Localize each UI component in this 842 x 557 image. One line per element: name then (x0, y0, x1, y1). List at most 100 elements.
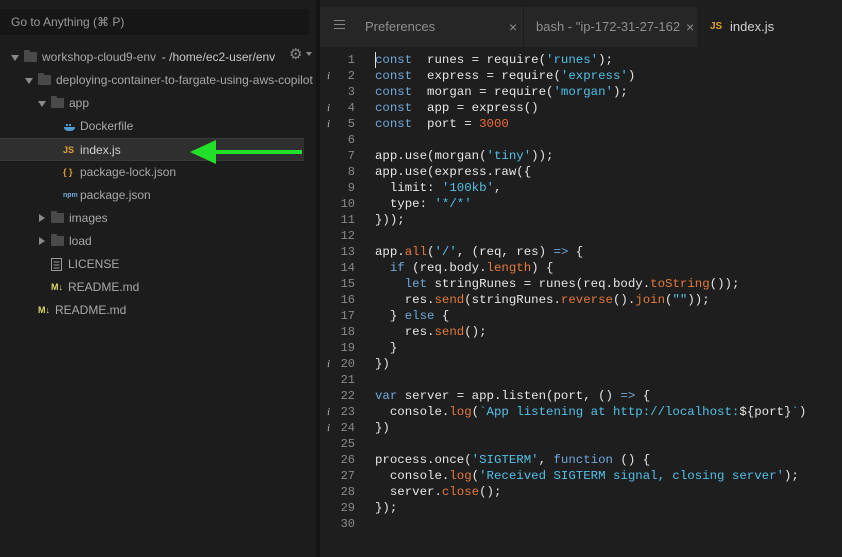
close-icon[interactable]: × (509, 7, 517, 47)
line-number: 16 (340, 293, 355, 307)
folder-icon (38, 73, 51, 85)
go-to-anything-input[interactable]: Go to Anything (⌘ P) (0, 9, 309, 35)
tree-item-label: load (69, 234, 92, 248)
line-number: 12 (340, 229, 355, 243)
code-line: }); (375, 501, 398, 515)
tree-item-label: LICENSE (68, 257, 120, 271)
info-icon[interactable]: i (327, 404, 330, 420)
npm-icon: npm (63, 192, 78, 199)
info-icon[interactable]: i (327, 356, 330, 372)
green-arrow-annotation (190, 140, 302, 164)
folder-icon (51, 211, 64, 223)
line-number: 17 (340, 309, 355, 323)
folder-icon (51, 234, 64, 246)
workspace-path: - /home/ec2-user/env (161, 50, 276, 64)
tree-item-label: workshop-cloud9-env (42, 50, 157, 64)
info-icon[interactable]: i (327, 68, 330, 84)
document-icon (51, 253, 62, 276)
code-line: })); (375, 213, 405, 227)
code-line: app.use(express.raw({ (375, 165, 532, 179)
line-number: 7 (347, 149, 355, 163)
code-line: const morgan = require('morgan'); (375, 85, 628, 99)
chevron-right-icon[interactable] (37, 207, 47, 230)
tree-item-label: Dockerfile (80, 119, 134, 133)
tree-item-label: package.json (80, 188, 151, 202)
code-line: if (req.body.length) { (389, 261, 554, 275)
line-number: 10 (340, 197, 355, 211)
line-number: 28 (340, 485, 355, 499)
tree-item-deploying-container-to-fargate-using-aws-copilot[interactable]: deploying-container-to-fargate-using-aws… (0, 69, 313, 92)
tree-item-workshop-cloud9-env[interactable]: workshop-cloud9-env - /home/ec2-user/env (0, 46, 304, 69)
tab-bash-terminal[interactable]: bash - "ip-172-31-27-162 × (524, 7, 698, 47)
chevron-down-icon[interactable] (37, 92, 47, 115)
tree-item-label: app (69, 96, 90, 110)
markdown-icon: M↓ (51, 282, 63, 292)
menu-icon[interactable] (334, 20, 345, 32)
info-icon[interactable]: i (327, 100, 330, 116)
line-number: 24 (340, 421, 355, 435)
chevron-down-icon[interactable] (24, 69, 34, 92)
tree-item-label: README.md (55, 303, 127, 317)
js-file-icon: JS (710, 21, 723, 32)
tree-item-readme-md[interactable]: M↓ README.md (0, 276, 304, 299)
code-line: console.log('Received SIGTERM signal, cl… (375, 469, 799, 483)
code-line: const port = 3000 (375, 117, 509, 131)
code-line: let stringRunes = runes(req.body.toStrin… (404, 277, 740, 291)
line-number: 9 (347, 181, 355, 195)
line-number: 13 (340, 245, 355, 259)
close-icon[interactable]: × (686, 7, 694, 47)
line-number: 20 (340, 357, 355, 371)
line-number: 18 (340, 325, 355, 339)
markdown-icon: M↓ (38, 305, 50, 315)
tree-item-license[interactable]: LICENSE (0, 253, 304, 276)
tree-item-load[interactable]: load (0, 230, 304, 253)
tree-item-package-json[interactable]: npm package.json (0, 184, 304, 207)
chevron-down-icon[interactable] (10, 46, 20, 69)
line-number: 3 (347, 85, 355, 99)
chevron-right-icon[interactable] (37, 230, 47, 253)
info-icon[interactable]: i (327, 116, 330, 132)
code-line: const express = require('express') (375, 69, 636, 83)
tab-index-js[interactable]: JS index.js (699, 7, 842, 47)
tree-item-label: README.md (68, 280, 140, 294)
folder-icon (24, 50, 37, 62)
line-number: 2 (347, 69, 355, 83)
line-number: 6 (347, 133, 355, 147)
line-number: 4 (347, 101, 355, 115)
tree-item-label: index.js (80, 143, 121, 157)
tree-item-label: deploying-container-to-fargate-using-aws… (56, 73, 313, 87)
code-line: }) (375, 421, 390, 435)
tree-item-label: package-lock.json (80, 165, 177, 179)
info-icon[interactable]: i (327, 420, 330, 436)
code-line: const runes = require('runes'); (375, 53, 613, 67)
tree-item-readme-md[interactable]: M↓ README.md (0, 299, 304, 322)
tree-item-images[interactable]: images (0, 207, 304, 230)
line-number: 23 (340, 405, 355, 419)
code-line: app.all('/', (req, res) => { (375, 245, 584, 259)
code-line: res.send(stringRunes.reverse().join(""))… (375, 293, 710, 307)
code-editor: Preferences × bash - "ip-172-31-27-162 ×… (320, 0, 842, 557)
docker-icon (63, 115, 77, 138)
text-cursor (375, 52, 376, 68)
code-line: } else { (375, 309, 450, 323)
line-number: 8 (347, 165, 355, 179)
code-line: app.use(morgan('tiny')); (375, 149, 554, 163)
tree-item-dockerfile[interactable]: Dockerfile (0, 115, 304, 138)
tab-bar: Preferences × bash - "ip-172-31-27-162 ×… (320, 7, 842, 47)
tab-preferences[interactable]: Preferences × (351, 7, 523, 47)
js-file-icon: JS (63, 145, 75, 155)
code-line: } (375, 341, 398, 355)
code-line: type: '*/*' (375, 197, 472, 211)
chevron-down-icon[interactable] (306, 52, 312, 56)
code-line: limit: '100kb', (375, 181, 502, 195)
file-tree-panel: Go to Anything (⌘ P) ⚙ workshop-cloud9-e… (0, 0, 316, 557)
code-line: var server = app.listen(port, () => { (375, 389, 651, 403)
json-file-icon: { } (63, 167, 73, 177)
line-number: 14 (340, 261, 355, 275)
code-line: res.send(); (375, 325, 487, 339)
line-number: 30 (340, 517, 355, 531)
tree-item-app[interactable]: app (0, 92, 304, 115)
line-number: 1 (347, 53, 355, 67)
code-line: }) (375, 357, 390, 371)
line-number: 21 (340, 373, 355, 387)
